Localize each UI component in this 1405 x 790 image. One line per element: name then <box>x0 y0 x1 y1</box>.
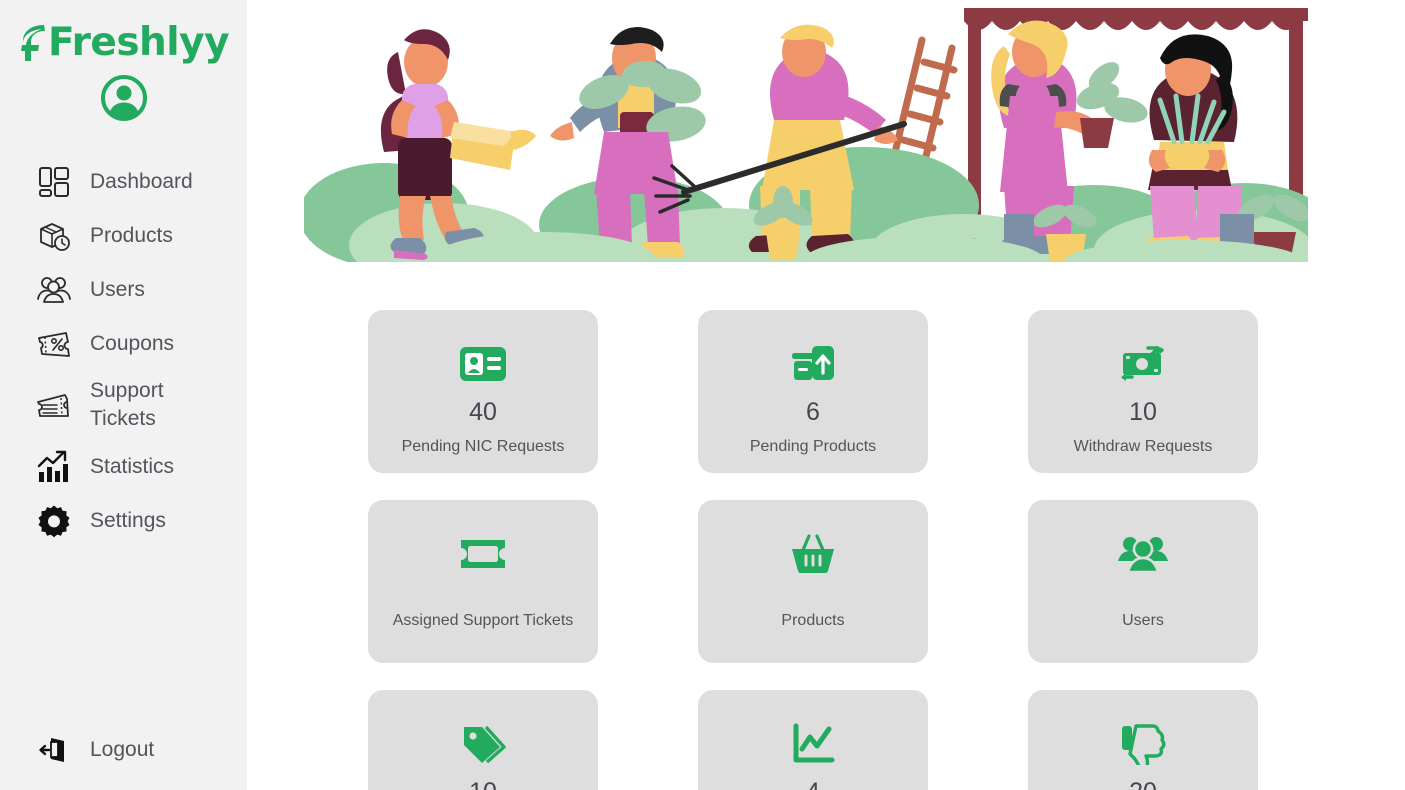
users-group-icon <box>34 270 74 310</box>
sidebar-item-label: Users <box>90 277 145 301</box>
logout-arrow-icon <box>34 730 74 770</box>
users-solid-icon <box>1117 530 1169 578</box>
money-exchange-icon <box>1118 340 1168 388</box>
stat-card-withdraw-requests[interactable]: 10 Withdraw Requests <box>1028 310 1258 473</box>
logout-label: Logout <box>90 737 155 761</box>
stat-card-tags[interactable]: 10 <box>368 690 598 790</box>
sidebar-item-statistics[interactable]: Statistics <box>0 440 247 494</box>
sidebar-item-support-tickets[interactable]: Support Tickets <box>0 371 247 440</box>
stat-card-pending-products[interactable]: 6 Pending Products <box>698 310 928 473</box>
stat-card-products[interactable]: Products <box>698 500 928 663</box>
stat-card-thumbs-down[interactable]: 20 <box>1028 690 1258 790</box>
tags-icon <box>460 720 506 768</box>
dashboard-grid-icon <box>34 162 74 202</box>
thumbs-down-icon <box>1119 720 1167 768</box>
stat-card-value: 40 <box>469 398 497 426</box>
chart-line-icon <box>791 720 835 768</box>
user-circle-icon <box>100 75 147 121</box>
stat-card-label: Pending NIC Requests <box>401 438 565 455</box>
ticket-icon <box>458 530 508 578</box>
hero-illustration <box>304 0 1308 262</box>
stat-card-value: 20 <box>1129 780 1157 790</box>
box-upload-icon <box>790 340 836 388</box>
stat-cards-grid: 40 Pending NIC Requests 6 Pending Produc… <box>368 310 1258 790</box>
sidebar-item-label: Coupons <box>90 331 175 355</box>
sidebar-item-dashboard[interactable]: Dashboard <box>0 155 247 209</box>
stat-card-value: 4 <box>806 780 820 790</box>
stat-card-assigned-support-tickets[interactable]: Assigned Support Tickets <box>368 500 598 663</box>
stat-card-value: 10 <box>1129 398 1157 426</box>
basket-icon <box>790 530 836 578</box>
chart-trend-icon <box>34 447 74 487</box>
sidebar: Freshlyy Dashboard Products Users Coupon… <box>0 0 247 790</box>
stat-card-label: Products <box>781 612 845 629</box>
coupon-percent-icon <box>34 324 74 364</box>
sidebar-item-coupons[interactable]: Coupons <box>0 317 247 371</box>
brand-name: Freshlyy <box>47 19 230 65</box>
logout-button[interactable]: Logout <box>0 730 247 770</box>
sidebar-item-products[interactable]: Products <box>0 209 247 263</box>
gear-icon <box>34 501 74 541</box>
ticket-lines-icon <box>34 385 74 425</box>
sidebar-item-label: Dashboard <box>90 169 193 193</box>
brand-logo[interactable]: Freshlyy <box>18 16 230 68</box>
stat-card-value: 10 <box>469 780 497 790</box>
stat-card-label: Pending Products <box>749 438 877 455</box>
stat-card-label: Assigned Support Tickets <box>392 612 574 629</box>
sidebar-item-label: Settings <box>90 508 166 532</box>
sidebar-nav: Dashboard Products Users Coupons Support… <box>0 155 247 548</box>
stat-card-value: 6 <box>806 398 820 426</box>
gardening-market-scene <box>304 8 1308 262</box>
avatar[interactable] <box>100 74 148 127</box>
stat-card-label: Users <box>1122 612 1164 629</box>
stat-card-pending-nic-requests[interactable]: 40 Pending NIC Requests <box>368 310 598 473</box>
sidebar-item-settings[interactable]: Settings <box>0 494 247 548</box>
stat-card-label: Withdraw Requests <box>1073 438 1213 455</box>
box-clock-icon <box>34 216 74 256</box>
sidebar-item-label: Statistics <box>90 454 175 478</box>
leaf-f-icon <box>20 25 45 61</box>
main-content: 40 Pending NIC Requests 6 Pending Produc… <box>247 0 1405 790</box>
sidebar-item-label: Support Tickets <box>90 379 164 431</box>
id-card-icon <box>459 340 507 388</box>
sidebar-item-users[interactable]: Users <box>0 263 247 317</box>
sidebar-item-label: Products <box>90 223 173 247</box>
stat-card-chart[interactable]: 4 <box>698 690 928 790</box>
stat-card-users[interactable]: Users <box>1028 500 1258 663</box>
dashboard-page: Freshlyy Dashboard Products Users Coupon… <box>0 0 1405 790</box>
